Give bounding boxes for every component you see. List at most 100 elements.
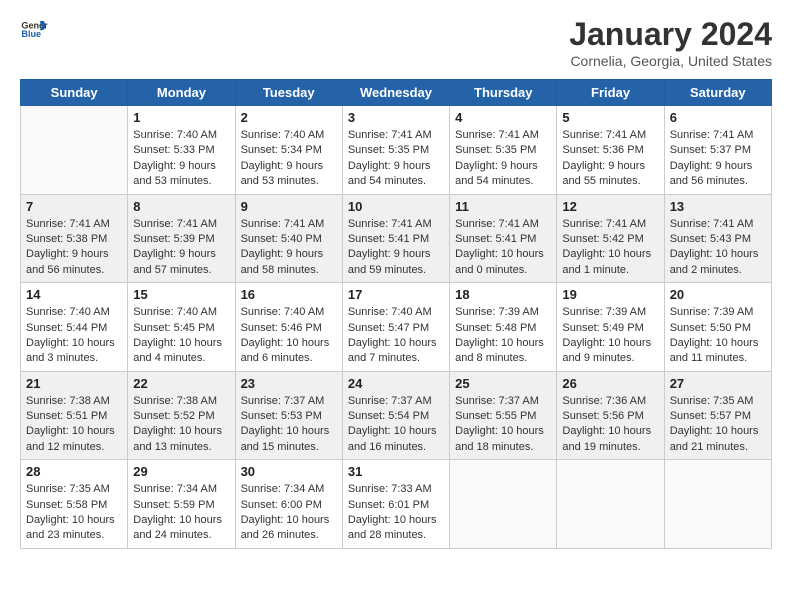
day-number: 27 — [670, 376, 766, 391]
day-info: Sunrise: 7:39 AMSunset: 5:48 PMDaylight:… — [455, 305, 551, 367]
weekday-header-monday: Monday — [128, 80, 235, 106]
day-info: Sunrise: 7:35 AMSunset: 5:58 PMDaylight:… — [26, 482, 122, 544]
calendar-day-cell: 10Sunrise: 7:41 AMSunset: 5:41 PMDayligh… — [342, 194, 449, 283]
calendar-week-row: 7 Sunrise: 7:41 AMSunset: 5:38 PMDaylight… — [21, 194, 772, 283]
day-info: Sunrise: 7:41 AMSunset: 5:35 PMDaylight:… — [455, 128, 551, 190]
calendar-day-cell: 26 Sunrise: 7:36 AMSunset: 5:56 PMDayligh… — [557, 371, 664, 460]
calendar-day-cell: 22 Sunrise: 7:38 AMSunset: 5:52 PMDayligh… — [128, 371, 235, 460]
calendar-day-cell — [664, 460, 771, 549]
day-number: 8 — [133, 199, 229, 214]
logo: General Blue — [20, 16, 48, 44]
calendar-day-cell: 13 Sunrise: 7:41 AMSunset: 5:43 PMDayligh… — [664, 194, 771, 283]
day-info: Sunrise: 7:41 AMSunset: 5:37 PMDaylight:… — [670, 128, 766, 190]
day-number: 20 — [670, 287, 766, 302]
day-number: 9 — [241, 199, 337, 214]
day-number: 21 — [26, 376, 122, 391]
calendar-day-cell: 11 Sunrise: 7:41 AMSunset: 5:41 PMDayligh… — [450, 194, 557, 283]
day-info: Sunrise: 7:40 AMSunset: 5:46 PMDaylight:… — [241, 305, 337, 367]
day-number: 26 — [562, 376, 658, 391]
calendar-week-row: 28 Sunrise: 7:35 AMSunset: 5:58 PMDayligh… — [21, 460, 772, 549]
day-info: Sunrise: 7:39 AMSunset: 5:49 PMDaylight:… — [562, 305, 658, 367]
calendar-day-cell: 7 Sunrise: 7:41 AMSunset: 5:38 PMDaylight… — [21, 194, 128, 283]
day-info: Sunrise: 7:40 AMSunset: 5:45 PMDaylight:… — [133, 305, 229, 367]
day-number: 17 — [348, 287, 444, 302]
day-number: 19 — [562, 287, 658, 302]
calendar-day-cell: 21 Sunrise: 7:38 AMSunset: 5:51 PMDayligh… — [21, 371, 128, 460]
day-info: Sunrise: 7:38 AMSunset: 5:51 PMDaylight:… — [26, 394, 122, 456]
calendar-day-cell: 1Sunrise: 7:40 AMSunset: 5:33 PMDaylight… — [128, 106, 235, 195]
day-number: 4 — [455, 110, 551, 125]
day-info: Sunrise: 7:41 AMSunset: 5:43 PMDaylight:… — [670, 217, 766, 279]
calendar-day-cell: 19 Sunrise: 7:39 AMSunset: 5:49 PMDayligh… — [557, 283, 664, 372]
day-info: Sunrise: 7:40 AMSunset: 5:33 PMDaylight:… — [133, 128, 229, 190]
day-number: 2 — [241, 110, 337, 125]
day-info: Sunrise: 7:34 AMSunset: 6:00 PMDaylight:… — [241, 482, 337, 544]
logo-icon: General Blue — [20, 16, 48, 44]
calendar-day-cell — [21, 106, 128, 195]
day-info: Sunrise: 7:37 AMSunset: 5:53 PMDaylight:… — [241, 394, 337, 456]
calendar-day-cell: 18 Sunrise: 7:39 AMSunset: 5:48 PMDayligh… — [450, 283, 557, 372]
calendar-day-cell: 27 Sunrise: 7:35 AMSunset: 5:57 PMDayligh… — [664, 371, 771, 460]
weekday-header-row: SundayMondayTuesdayWednesdayThursdayFrid… — [21, 80, 772, 106]
day-number: 13 — [670, 199, 766, 214]
calendar-day-cell — [450, 460, 557, 549]
calendar-week-row: 14 Sunrise: 7:40 AMSunset: 5:44 PMDayligh… — [21, 283, 772, 372]
calendar-day-cell: 30 Sunrise: 7:34 AMSunset: 6:00 PMDayligh… — [235, 460, 342, 549]
day-info: Sunrise: 7:36 AMSunset: 5:56 PMDaylight:… — [562, 394, 658, 456]
calendar-day-cell: 17 Sunrise: 7:40 AMSunset: 5:47 PMDayligh… — [342, 283, 449, 372]
svg-text:Blue: Blue — [21, 29, 41, 39]
calendar-day-cell: 20 Sunrise: 7:39 AMSunset: 5:50 PMDayligh… — [664, 283, 771, 372]
header: General Blue January 2024 Cornelia, Geor… — [20, 16, 772, 69]
subtitle: Cornelia, Georgia, United States — [569, 53, 772, 69]
day-number: 6 — [670, 110, 766, 125]
calendar-day-cell: 12 Sunrise: 7:41 AMSunset: 5:42 PMDayligh… — [557, 194, 664, 283]
main-container: General Blue January 2024 Cornelia, Geor… — [0, 0, 792, 565]
calendar-day-cell: 31Sunrise: 7:33 AMSunset: 6:01 PMDayligh… — [342, 460, 449, 549]
day-number: 24 — [348, 376, 444, 391]
day-number: 29 — [133, 464, 229, 479]
day-info: Sunrise: 7:41 AMSunset: 5:41 PMDaylight:… — [455, 217, 551, 279]
day-info: Sunrise: 7:41 AMSunset: 5:40 PMDaylight:… — [241, 217, 337, 279]
day-info: Sunrise: 7:37 AMSunset: 5:55 PMDaylight:… — [455, 394, 551, 456]
day-number: 12 — [562, 199, 658, 214]
calendar-day-cell: 6 Sunrise: 7:41 AMSunset: 5:37 PMDaylight… — [664, 106, 771, 195]
day-number: 5 — [562, 110, 658, 125]
calendar-day-cell: 14 Sunrise: 7:40 AMSunset: 5:44 PMDayligh… — [21, 283, 128, 372]
weekday-header-wednesday: Wednesday — [342, 80, 449, 106]
day-number: 15 — [133, 287, 229, 302]
calendar-day-cell: 5Sunrise: 7:41 AMSunset: 5:36 PMDaylight… — [557, 106, 664, 195]
day-info: Sunrise: 7:41 AMSunset: 5:39 PMDaylight:… — [133, 217, 229, 279]
calendar-day-cell: 2Sunrise: 7:40 AMSunset: 5:34 PMDaylight… — [235, 106, 342, 195]
calendar-table: SundayMondayTuesdayWednesdayThursdayFrid… — [20, 79, 772, 549]
day-info: Sunrise: 7:41 AMSunset: 5:41 PMDaylight:… — [348, 217, 444, 279]
day-number: 7 — [26, 199, 122, 214]
calendar-day-cell: 15 Sunrise: 7:40 AMSunset: 5:45 PMDayligh… — [128, 283, 235, 372]
day-info: Sunrise: 7:41 AMSunset: 5:38 PMDaylight:… — [26, 217, 122, 279]
day-number: 30 — [241, 464, 337, 479]
calendar-week-row: 21 Sunrise: 7:38 AMSunset: 5:51 PMDayligh… — [21, 371, 772, 460]
day-info: Sunrise: 7:33 AMSunset: 6:01 PMDaylight:… — [348, 482, 444, 544]
day-number: 22 — [133, 376, 229, 391]
day-info: Sunrise: 7:38 AMSunset: 5:52 PMDaylight:… — [133, 394, 229, 456]
day-info: Sunrise: 7:41 AMSunset: 5:42 PMDaylight:… — [562, 217, 658, 279]
calendar-day-cell: 29 Sunrise: 7:34 AMSunset: 5:59 PMDayligh… — [128, 460, 235, 549]
title-block: January 2024 Cornelia, Georgia, United S… — [569, 16, 772, 69]
day-number: 23 — [241, 376, 337, 391]
calendar-day-cell: 4 Sunrise: 7:41 AMSunset: 5:35 PMDaylight… — [450, 106, 557, 195]
weekday-header-sunday: Sunday — [21, 80, 128, 106]
day-number: 18 — [455, 287, 551, 302]
day-info: Sunrise: 7:40 AMSunset: 5:47 PMDaylight:… — [348, 305, 444, 367]
day-number: 28 — [26, 464, 122, 479]
calendar-day-cell: 23 Sunrise: 7:37 AMSunset: 5:53 PMDayligh… — [235, 371, 342, 460]
weekday-header-thursday: Thursday — [450, 80, 557, 106]
day-info: Sunrise: 7:41 AMSunset: 5:35 PMDaylight:… — [348, 128, 444, 190]
day-number: 14 — [26, 287, 122, 302]
day-info: Sunrise: 7:34 AMSunset: 5:59 PMDaylight:… — [133, 482, 229, 544]
day-number: 25 — [455, 376, 551, 391]
day-number: 11 — [455, 199, 551, 214]
day-info: Sunrise: 7:37 AMSunset: 5:54 PMDaylight:… — [348, 394, 444, 456]
day-info: Sunrise: 7:35 AMSunset: 5:57 PMDaylight:… — [670, 394, 766, 456]
day-info: Sunrise: 7:40 AMSunset: 5:44 PMDaylight:… — [26, 305, 122, 367]
day-number: 3 — [348, 110, 444, 125]
day-info: Sunrise: 7:39 AMSunset: 5:50 PMDaylight:… — [670, 305, 766, 367]
